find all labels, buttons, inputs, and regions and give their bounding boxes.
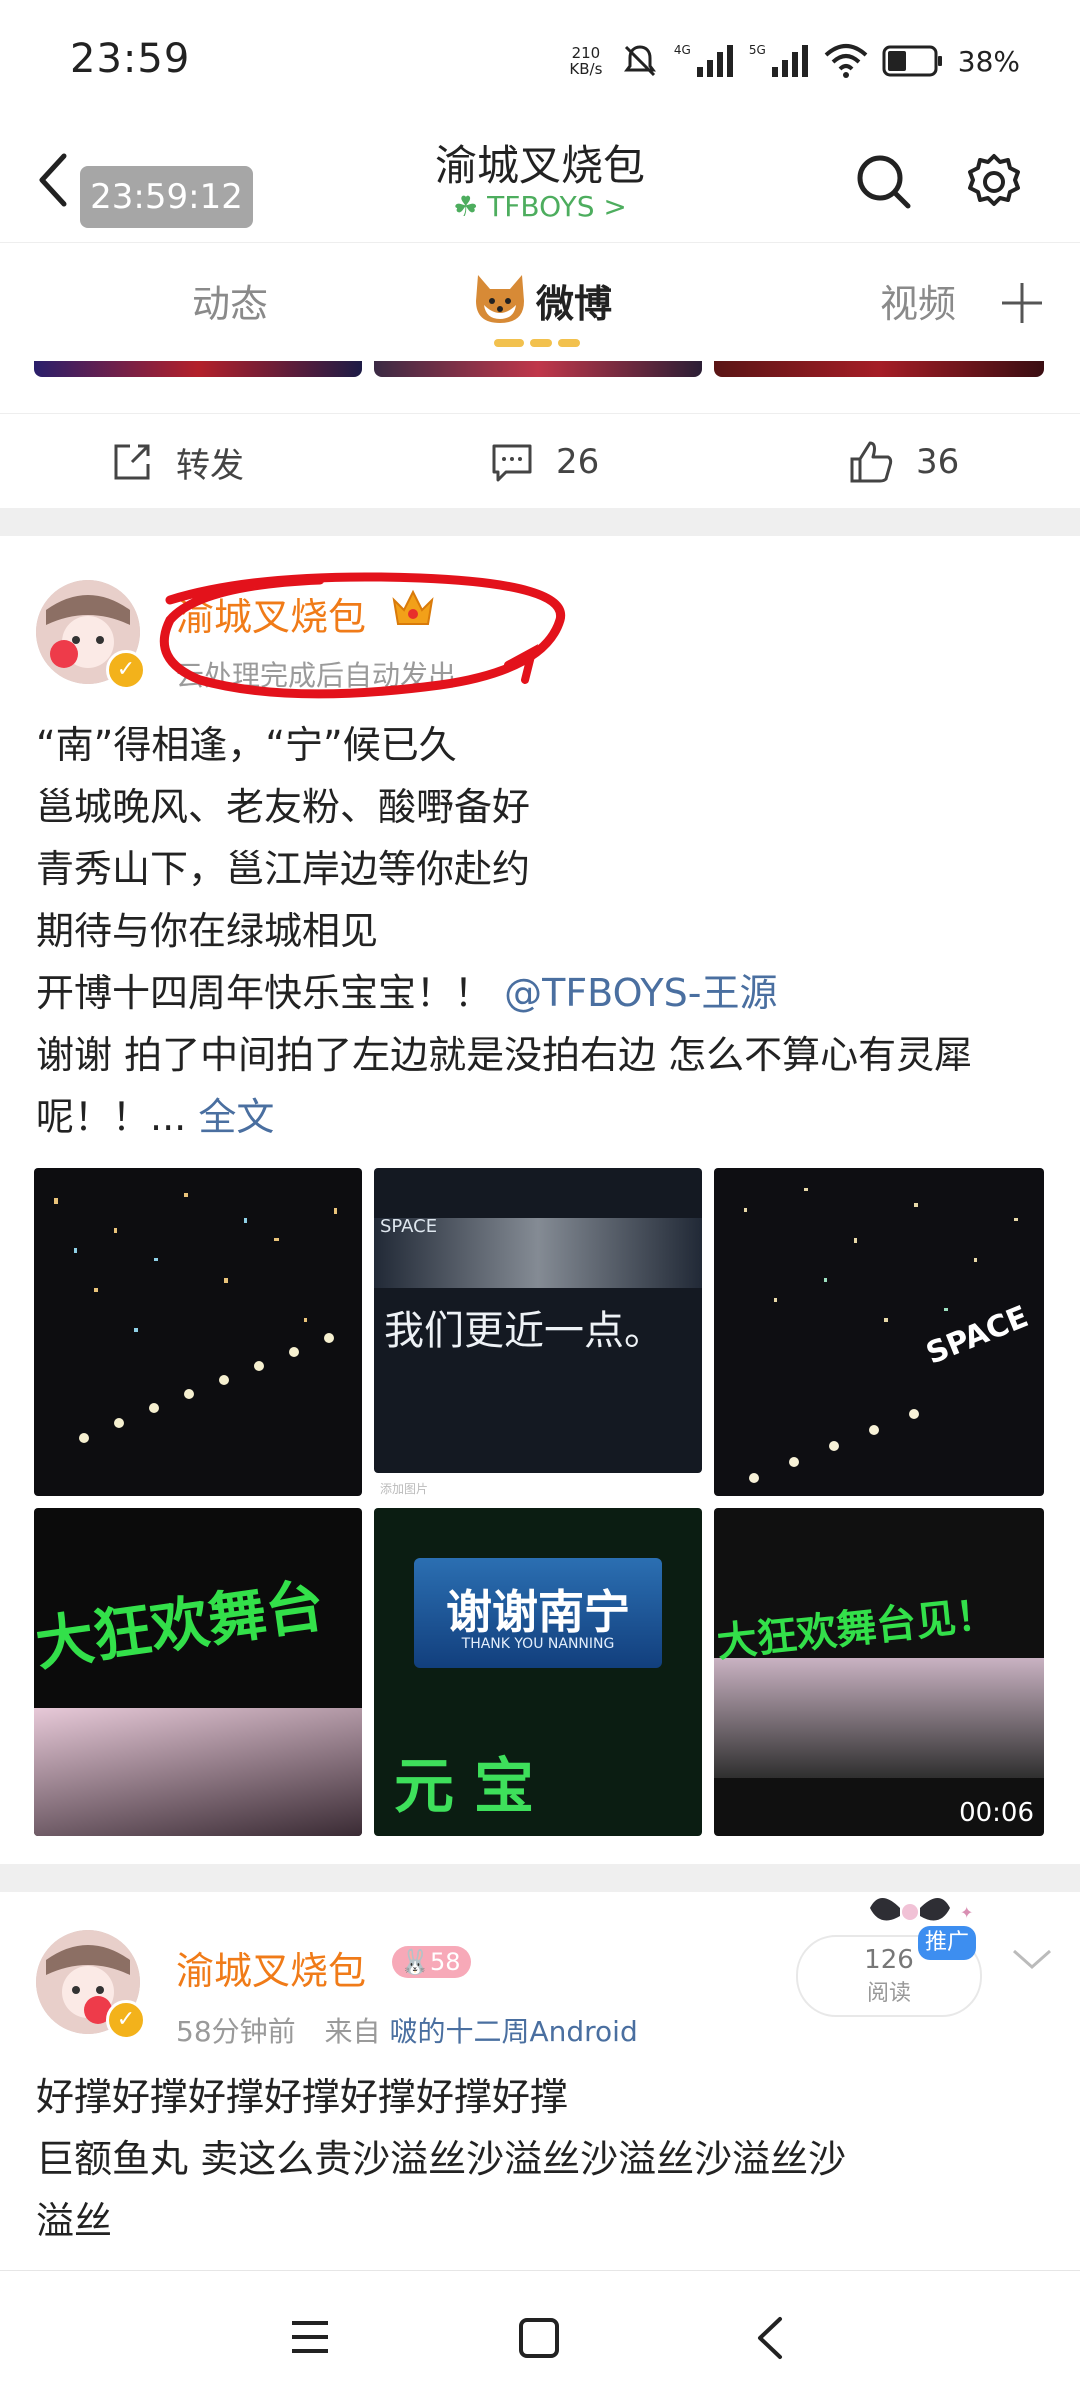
battery-icon [882, 45, 942, 77]
tab-video[interactable]: 视频 [880, 273, 956, 328]
prev-post-image-2[interactable] [374, 361, 702, 377]
signal-icon-2 [771, 45, 808, 77]
mention-link[interactable]: @TFBOYS-王源 [504, 971, 777, 1015]
like-count: 36 [916, 442, 960, 482]
post1-image-3[interactable]: SPACE [714, 1168, 1044, 1496]
status-time: 23:59 [70, 36, 191, 82]
system-nav-bar [0, 2270, 1080, 2401]
prev-post-image-1[interactable] [34, 361, 362, 377]
prev-post-actions: 转发 26 36 [0, 413, 1080, 509]
post-separator [0, 508, 1080, 536]
like-button[interactable]: 36 [848, 434, 959, 490]
chevron-down-icon[interactable] [1010, 1945, 1054, 1973]
post1-line7-text: 呢！！... [36, 1095, 187, 1139]
repost-label: 转发 [176, 445, 244, 486]
rabbit-icon: 🐰 [400, 1948, 430, 1976]
stage-lights [34, 1708, 362, 1836]
post1-image-6[interactable]: 大狂欢舞台见！ 00:06 [714, 1508, 1044, 1836]
post2-line: 溢丝 [36, 2199, 113, 2243]
post1-image-2[interactable]: SPACE 我们更近一点。 [374, 1168, 702, 1473]
chevron-right-icon: > [603, 190, 627, 223]
battery-percent: 38% [957, 44, 1020, 78]
post1-line: 谢谢 拍了中间拍了左边就是没拍右边 怎么不算心有灵犀 [36, 1033, 973, 1077]
home-square-icon[interactable] [518, 2317, 560, 2359]
post2-source[interactable]: 啵的十二周Android [389, 2015, 637, 2048]
verified-badge-icon: ✓ [106, 2000, 146, 2040]
comment-count: 26 [556, 442, 600, 482]
page-title: 渝城叉烧包 [434, 141, 645, 190]
post1-image-5[interactable]: 谢谢南宁 THANK YOU NANNING 元宝 [374, 1508, 702, 1836]
level-badge: 🐰 58 [392, 1946, 471, 1978]
comment-button[interactable]: 26 [490, 434, 599, 490]
post1-line: 开博十四周年快乐宝宝！！ @TFBOYS-王源 [36, 962, 1046, 1024]
mute-bell-icon [623, 45, 656, 77]
plus-icon [1002, 283, 1042, 323]
status-bar: 23:59 210 KB/s 4G 5G 38% [0, 0, 1080, 120]
post2-line: 好撑好撑好撑好撑好撑好撑好撑 [36, 2075, 569, 2119]
post1-body: “南”得相逢，“宁”候已久 邕城晚风、老友粉、酸嘢备好 青秀山下，邕江岸边等你赴… [36, 714, 1046, 1148]
bone-indicator-icon [494, 339, 580, 347]
signal-icon-1 [696, 45, 733, 77]
reads-label: 阅读 [866, 1981, 911, 2006]
post1-line: 邕城晚风、老友粉、酸嘢备好 [36, 785, 531, 829]
confetti-stage-image [54, 1193, 337, 1443]
post1-line: 呢！！... 全文 [36, 1086, 1046, 1148]
img6-text: 大狂欢舞台见！ [714, 1591, 999, 1667]
post1-image-1[interactable] [34, 1168, 362, 1496]
thumbs-up-icon [850, 441, 893, 483]
img5-title: 谢谢南宁 [446, 1585, 630, 1639]
post2-from: 来自 [324, 2015, 381, 2048]
post1-image-4[interactable]: 大狂欢舞台 [34, 1508, 362, 1836]
img2-watermark: 添加图片 [380, 1482, 429, 1496]
profile-header: 23:59:12 渝城叉烧包 ☘ TFBOYS > [0, 120, 1080, 243]
net-label-2: 5G [748, 43, 766, 57]
full-text-link[interactable]: 全文 [198, 1095, 274, 1139]
stage-lights [714, 1658, 1044, 1778]
img4-text: 大狂欢舞台 [34, 1571, 329, 1679]
post1-line: 青秀山下，邕江岸边等你赴约 [36, 847, 531, 891]
menu-icon[interactable] [290, 2319, 330, 2355]
post2-line: 巨额鱼丸 卖这么贵沙溢丝沙溢丝沙溢丝沙溢丝沙 [36, 2137, 847, 2181]
group-name: TFBOYS [487, 190, 595, 223]
red-annotation-circle-icon [159, 572, 566, 699]
repost-button[interactable]: 转发 [110, 434, 244, 490]
tab-dynamic[interactable]: 动态 [192, 273, 268, 328]
post1-line5-text: 开博十四周年快乐宝宝！！ [36, 971, 493, 1015]
post2-time: 58分钟前 [176, 2015, 296, 2048]
svg-text:✦: ✦ [960, 1903, 973, 1922]
add-tab-button[interactable] [960, 243, 1080, 361]
net-label-1: 4G [673, 43, 691, 57]
img2-label: SPACE [380, 1216, 438, 1237]
comment-icon [492, 444, 532, 482]
gear-icon[interactable] [962, 150, 1026, 214]
post2-username[interactable]: 渝城叉烧包 [176, 1940, 366, 1995]
group-link[interactable]: ☘ TFBOYS > [0, 190, 1080, 223]
wifi-icon [824, 44, 868, 78]
post1-line: 期待与你在绿城相见 [36, 909, 379, 953]
img5-light: 元宝 [394, 1752, 554, 1822]
back-nav-icon[interactable] [752, 2315, 788, 2361]
share-icon [114, 444, 150, 480]
clover-icon: ☘ [453, 190, 479, 223]
post1-line: “南”得相逢，“宁”候已久 [36, 723, 457, 767]
img5-sub: THANK YOU NANNING [461, 1636, 615, 1652]
post2-meta: 58分钟前 来自 啵的十二周Android [176, 2010, 638, 2050]
video-duration: 00:06 [959, 1798, 1034, 1828]
post2-body: 好撑好撑好撑好撑好撑好撑好撑 巨额鱼丸 卖这么贵沙溢丝沙溢丝沙溢丝沙溢丝沙 溢丝 [36, 2066, 1046, 2252]
net-speed: 210 KB/s [569, 44, 603, 78]
img2-caption: 我们更近一点。 [384, 1308, 664, 1354]
prev-post-image-3[interactable] [714, 361, 1044, 377]
status-icons: 210 KB/s 4G 5G 38% [566, 36, 1020, 86]
search-icon[interactable] [852, 150, 916, 214]
profile-tabs: 动态 微博 视频 [0, 243, 1080, 361]
bow-decoration-icon: ✦ [870, 1898, 973, 1922]
shiba-icon [470, 271, 530, 327]
level-number: 58 [430, 1948, 461, 1976]
tab-weibo[interactable]: 微博 [536, 273, 612, 328]
